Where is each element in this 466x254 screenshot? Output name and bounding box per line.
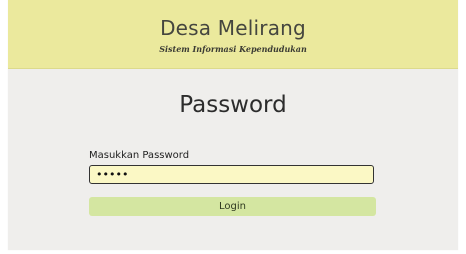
password-label: Masukkan Password: [89, 150, 190, 161]
site-title: Desa Melirang: [160, 16, 306, 40]
login-button[interactable]: Login: [89, 197, 376, 216]
login-page: Desa Melirang Sistem Informasi Kependudu…: [8, 0, 458, 250]
password-input[interactable]: [89, 165, 374, 184]
site-header: Desa Melirang Sistem Informasi Kependudu…: [8, 0, 458, 69]
site-subtitle: Sistem Informasi Kependudukan: [159, 44, 307, 54]
page-heading: Password: [179, 92, 287, 118]
